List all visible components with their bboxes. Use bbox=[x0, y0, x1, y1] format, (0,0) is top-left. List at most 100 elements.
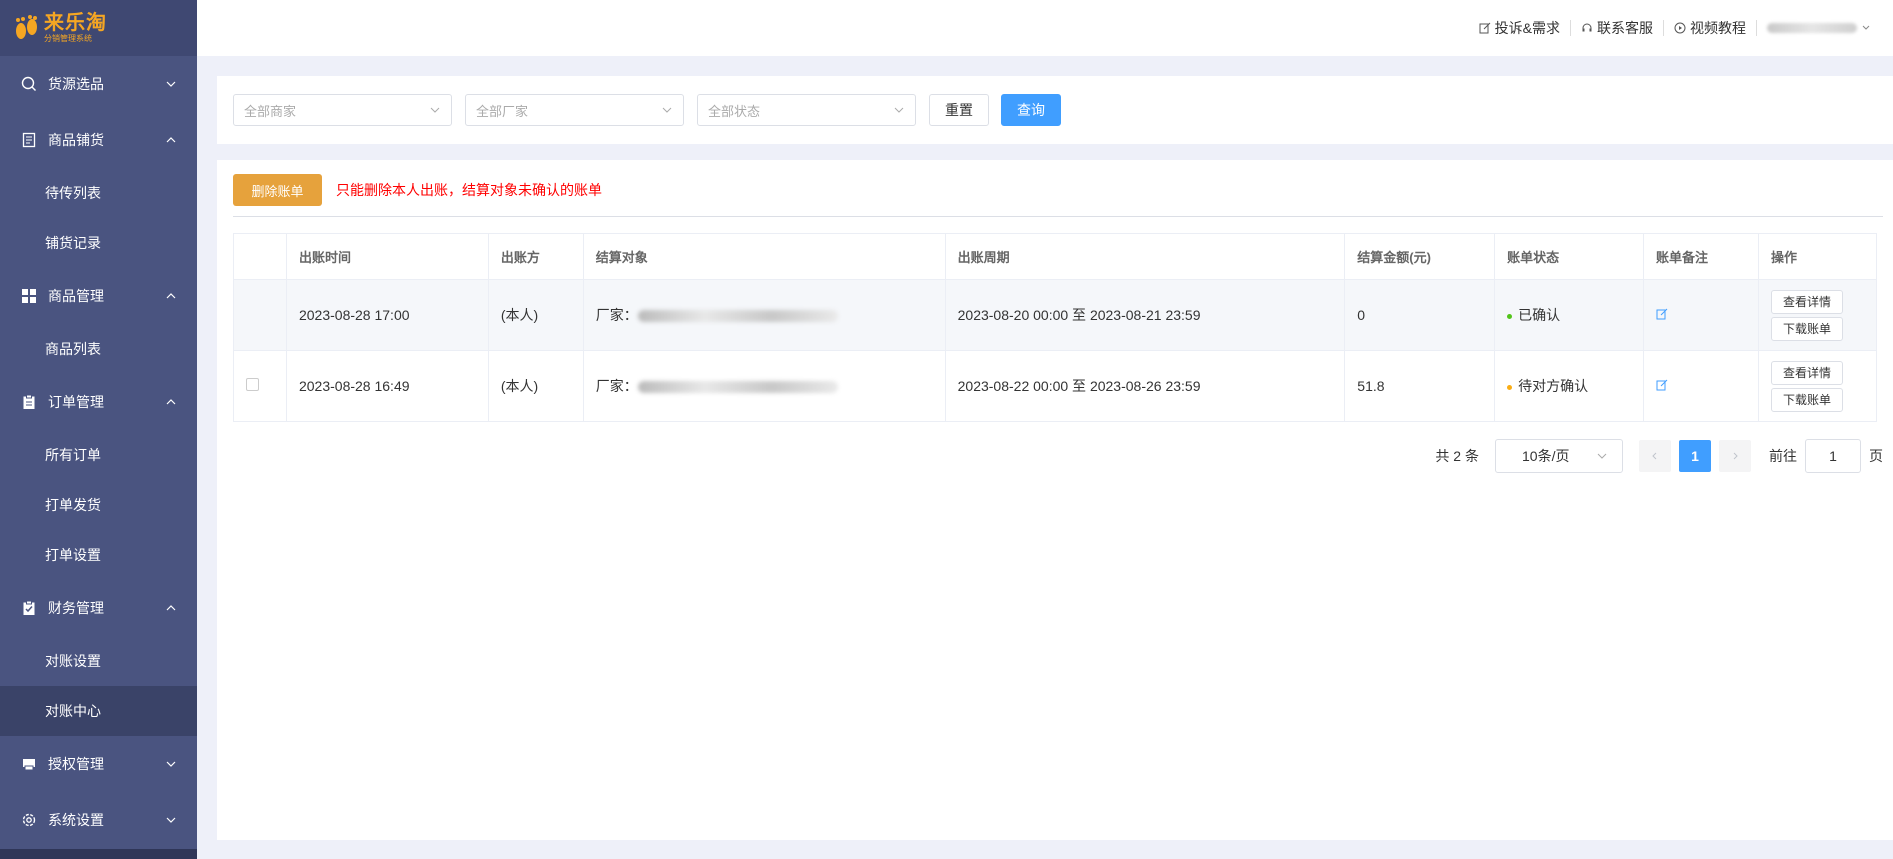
sidebar-item-system-settings[interactable]: 系统设置 bbox=[0, 792, 197, 848]
clipboard-icon bbox=[20, 393, 38, 411]
toolbar: 删除账单 只能删除本人出账，结算对象未确认的账单 bbox=[233, 174, 602, 206]
chevron-down-icon bbox=[1597, 453, 1607, 459]
bill-panel: 删除账单 只能删除本人出账，结算对象未确认的账单 出账时间 出账方 结算对象 出… bbox=[217, 160, 1893, 840]
edit-remark-icon[interactable] bbox=[1656, 308, 1668, 320]
next-page-button[interactable] bbox=[1719, 440, 1751, 472]
goto-page-input[interactable]: 1 bbox=[1805, 439, 1861, 473]
reset-button[interactable]: 重置 bbox=[929, 94, 989, 126]
bill-remark bbox=[1643, 279, 1759, 351]
chevron-up-icon bbox=[165, 290, 177, 302]
chevron-up-icon bbox=[165, 396, 177, 408]
table-header: 结算金额(元) bbox=[1344, 233, 1496, 280]
search-icon bbox=[20, 75, 38, 93]
merchant-select[interactable]: 全部商家 bbox=[233, 94, 452, 126]
table-header: 出账方 bbox=[487, 233, 584, 280]
top-header: 投诉&需求 联系客服 视频教程 bbox=[197, 0, 1893, 56]
chevron-down-icon bbox=[662, 107, 672, 113]
chevron-right-icon bbox=[1733, 452, 1738, 460]
table-header: 操作 bbox=[1757, 233, 1878, 280]
tutorial-link[interactable]: 视频教程 bbox=[1664, 20, 1757, 36]
sidebar-item-label: 系统设置 bbox=[48, 812, 104, 828]
complaint-link[interactable]: 投诉&需求 bbox=[1469, 20, 1571, 36]
status-dot bbox=[1507, 384, 1513, 390]
table-row: 2023-08-28 17:00 (本人) 厂家： 2023-08-20 00:… bbox=[233, 279, 1878, 351]
settlement-target: 厂家： bbox=[582, 279, 946, 351]
logo[interactable]: 来乐淘 分销管理系统 bbox=[0, 0, 197, 56]
support-label: 联系客服 bbox=[1597, 20, 1653, 36]
sidebar-item-label: 商品管理 bbox=[48, 288, 104, 304]
sidebar-subitem-print-ship[interactable]: 打单发货 bbox=[0, 480, 197, 530]
delete-warning-text: 只能删除本人出账，结算对象未确认的账单 bbox=[336, 182, 602, 198]
bill-time: 2023-08-28 16:49 bbox=[285, 350, 489, 422]
sidebar-subitem-distribution-records[interactable]: 铺货记录 bbox=[0, 218, 197, 268]
user-menu[interactable] bbox=[1757, 20, 1885, 36]
sidebar-item-orders[interactable]: 订单管理 bbox=[0, 374, 197, 430]
delete-bill-button[interactable]: 删除账单 bbox=[233, 174, 322, 206]
view-details-button[interactable]: 查看详情 bbox=[1770, 360, 1843, 385]
chevron-down-icon bbox=[430, 107, 440, 113]
sidebar-subitem-reconcile-center[interactable]: 对账中心 bbox=[0, 686, 197, 736]
table-header: 出账周期 bbox=[944, 233, 1346, 280]
factory-select-placeholder: 全部厂家 bbox=[476, 103, 529, 119]
bill-amount: 51.8 bbox=[1344, 350, 1496, 422]
settlement-target-prefix: 厂家： bbox=[595, 378, 638, 394]
edit-icon bbox=[1479, 22, 1491, 34]
sidebar-item-label: 货源选品 bbox=[48, 76, 104, 92]
logo-subtitle: 分销管理系统 bbox=[44, 34, 92, 43]
sidebar-footer bbox=[0, 849, 197, 859]
status-label: 已确认 bbox=[1518, 307, 1561, 323]
sidebar-item-authorization[interactable]: 授权管理 bbox=[0, 736, 197, 792]
status-select[interactable]: 全部状态 bbox=[697, 94, 916, 126]
view-details-button[interactable]: 查看详情 bbox=[1770, 289, 1843, 314]
bill-period: 2023-08-22 00:00 至 2023-08-26 23:59 bbox=[944, 350, 1346, 422]
sidebar-subitem-reconcile-settings[interactable]: 对账设置 bbox=[0, 636, 197, 686]
chevron-up-icon bbox=[165, 602, 177, 614]
status-label: 待对方确认 bbox=[1518, 378, 1589, 394]
filter-panel: 全部商家 全部厂家 全部状态 重置 查询 bbox=[217, 76, 1893, 144]
table-header-row: 出账时间 出账方 结算对象 出账周期 结算金额(元) 账单状态 账单备注 操作 bbox=[233, 233, 1878, 280]
bill-remark bbox=[1643, 350, 1759, 422]
sidebar-subitem-product-list[interactable]: 商品列表 bbox=[0, 324, 197, 374]
clipboard-check-icon bbox=[20, 599, 38, 617]
download-bill-button[interactable]: 下载账单 bbox=[1770, 387, 1843, 412]
table-header: 结算对象 bbox=[582, 233, 946, 280]
bill-time: 2023-08-28 17:00 bbox=[285, 279, 489, 351]
sidebar-subitem-pending-list[interactable]: 待传列表 bbox=[0, 168, 197, 218]
download-bill-button[interactable]: 下载账单 bbox=[1770, 316, 1843, 341]
sidebar-item-distribution[interactable]: 商品铺货 bbox=[0, 112, 197, 168]
prev-page-button[interactable] bbox=[1639, 440, 1671, 472]
bill-issuer: (本人) bbox=[487, 279, 584, 351]
chevron-down-icon bbox=[894, 107, 904, 113]
pagination-total: 共 2 条 bbox=[1435, 448, 1479, 464]
complaint-label: 投诉&需求 bbox=[1494, 20, 1560, 36]
edit-remark-icon[interactable] bbox=[1656, 379, 1668, 391]
sidebar-item-sourcing[interactable]: 货源选品 bbox=[0, 56, 197, 112]
document-icon bbox=[20, 131, 38, 149]
play-icon bbox=[1674, 22, 1686, 34]
divider bbox=[233, 216, 1883, 217]
bill-status: 已确认 bbox=[1494, 279, 1645, 351]
query-button[interactable]: 查询 bbox=[1001, 94, 1061, 126]
row-checkbox[interactable] bbox=[246, 378, 259, 391]
support-link[interactable]: 联系客服 bbox=[1571, 20, 1664, 36]
page-size-value: 10条/页 bbox=[1522, 448, 1570, 464]
row-select-cell bbox=[233, 279, 287, 351]
table-header: 账单状态 bbox=[1494, 233, 1645, 280]
sidebar-subitem-all-orders[interactable]: 所有订单 bbox=[0, 430, 197, 480]
table-row: 2023-08-28 16:49 (本人) 厂家： 2023-08-22 00:… bbox=[233, 350, 1878, 422]
sidebar-subitem-print-settings[interactable]: 打单设置 bbox=[0, 530, 197, 580]
gear-icon bbox=[20, 811, 38, 829]
table-header: 出账时间 bbox=[285, 233, 489, 280]
sidebar-item-label: 订单管理 bbox=[48, 394, 104, 410]
pagination: 共 2 条 10条/页 1 前往 1 页 bbox=[1435, 439, 1883, 473]
settlement-target: 厂家： bbox=[582, 350, 946, 422]
sidebar-item-products[interactable]: 商品管理 bbox=[0, 268, 197, 324]
goto-label: 前往 bbox=[1769, 448, 1797, 464]
page-size-select[interactable]: 10条/页 bbox=[1495, 439, 1623, 473]
sidebar-item-label: 授权管理 bbox=[48, 756, 104, 772]
status-select-placeholder: 全部状态 bbox=[708, 103, 761, 119]
sidebar-item-finance[interactable]: 财务管理 bbox=[0, 580, 197, 636]
page-number-current[interactable]: 1 bbox=[1679, 440, 1711, 472]
sidebar-menu: 货源选品 商品铺货 待传列表 铺货记录 商品管理 商品列表 订单管理 所有订单 … bbox=[0, 56, 197, 848]
factory-select[interactable]: 全部厂家 bbox=[465, 94, 684, 126]
